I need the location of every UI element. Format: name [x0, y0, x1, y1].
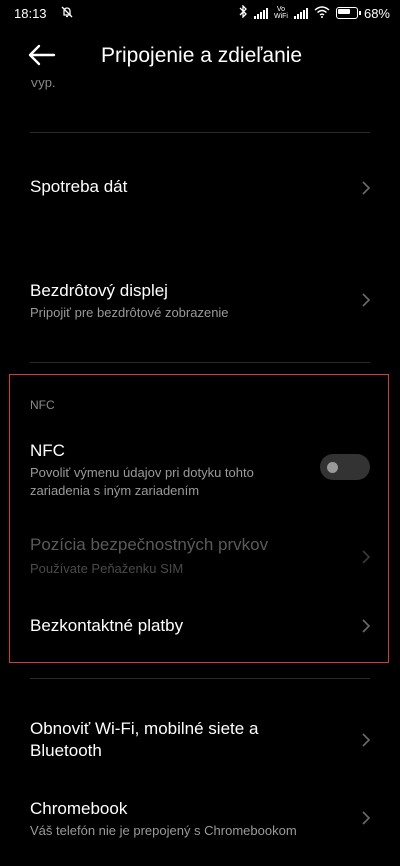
battery-level: 68% — [363, 5, 390, 21]
chevron-right-icon — [362, 293, 371, 307]
chevron-right-icon — [362, 550, 371, 564]
data-usage-item[interactable]: Spotreba dát — [0, 160, 400, 216]
nfc-subtitle-line-2: zariadenia s iným zariadením — [30, 483, 200, 498]
divider — [30, 678, 370, 679]
signal-icon-2 — [293, 7, 308, 19]
secure-element-title: Pozícia bezpečnostných prvkov — [30, 535, 269, 554]
wifi-icon — [314, 5, 330, 21]
volte-wifi-icon: Vo WiFi — [273, 6, 288, 20]
status-time: 18:13 — [14, 6, 47, 21]
toggle-knob — [327, 462, 338, 473]
wireless-display-subtitle: Pripojiť pre bezdrôtové zobrazenie — [30, 305, 229, 320]
chevron-right-icon — [362, 733, 371, 747]
nfc-title: NFC — [30, 441, 65, 460]
back-button[interactable] — [26, 40, 60, 70]
mute-alarm-icon — [60, 5, 74, 22]
status-bar: 18:13 Vo WiFi 68% — [0, 0, 400, 28]
secure-element-subtitle: Používate Peňaženku SIM — [30, 561, 184, 576]
chromebook-subtitle: Váš telefón nie je prepojený s Chromeboo… — [30, 823, 297, 838]
nfc-subtitle-line-1: Povoliť výmenu údajov pri dotyku tohto — [30, 465, 254, 480]
divider — [30, 132, 370, 133]
nfc-section-label: NFC — [30, 398, 55, 412]
chevron-right-icon — [362, 811, 371, 825]
data-usage-title: Spotreba dát — [30, 177, 128, 196]
battery-icon — [335, 7, 361, 19]
clipped-item-text: Vyp. — [30, 80, 56, 90]
wireless-display-title: Bezdrôtový displej — [30, 281, 168, 300]
reset-network-item[interactable]: Obnoviť Wi-Fi, mobilné siete a Bluetooth — [0, 718, 400, 766]
back-arrow-icon — [28, 44, 56, 66]
wireless-display-item[interactable]: Bezdrôtový displej Pripojiť pre bezdrôto… — [0, 270, 400, 332]
contactless-payments-title: Bezkontaktné platby — [30, 616, 184, 635]
chromebook-item[interactable]: Chromebook Váš telefón nie je prepojený … — [0, 798, 400, 846]
chevron-right-icon — [362, 181, 371, 195]
page-title: Pripojenie a zdieľanie — [101, 44, 303, 67]
chevron-right-icon — [362, 619, 371, 633]
reset-network-title-line-2: Bluetooth — [30, 741, 102, 760]
status-icons: Vo WiFi 68% — [238, 4, 390, 21]
app-header: Pripojenie a zdieľanie — [0, 34, 400, 78]
bluetooth-icon — [238, 4, 248, 21]
chromebook-title: Chromebook — [30, 799, 128, 818]
nfc-toggle[interactable] — [320, 454, 370, 480]
contactless-payments-item[interactable]: Bezkontaktné platby — [0, 604, 400, 648]
divider — [30, 362, 370, 363]
reset-network-title-line-1: Obnoviť Wi-Fi, mobilné siete a — [30, 719, 259, 738]
signal-icon — [253, 7, 268, 19]
secure-element-item: Pozícia bezpečnostných prvkov Používate … — [0, 534, 400, 582]
